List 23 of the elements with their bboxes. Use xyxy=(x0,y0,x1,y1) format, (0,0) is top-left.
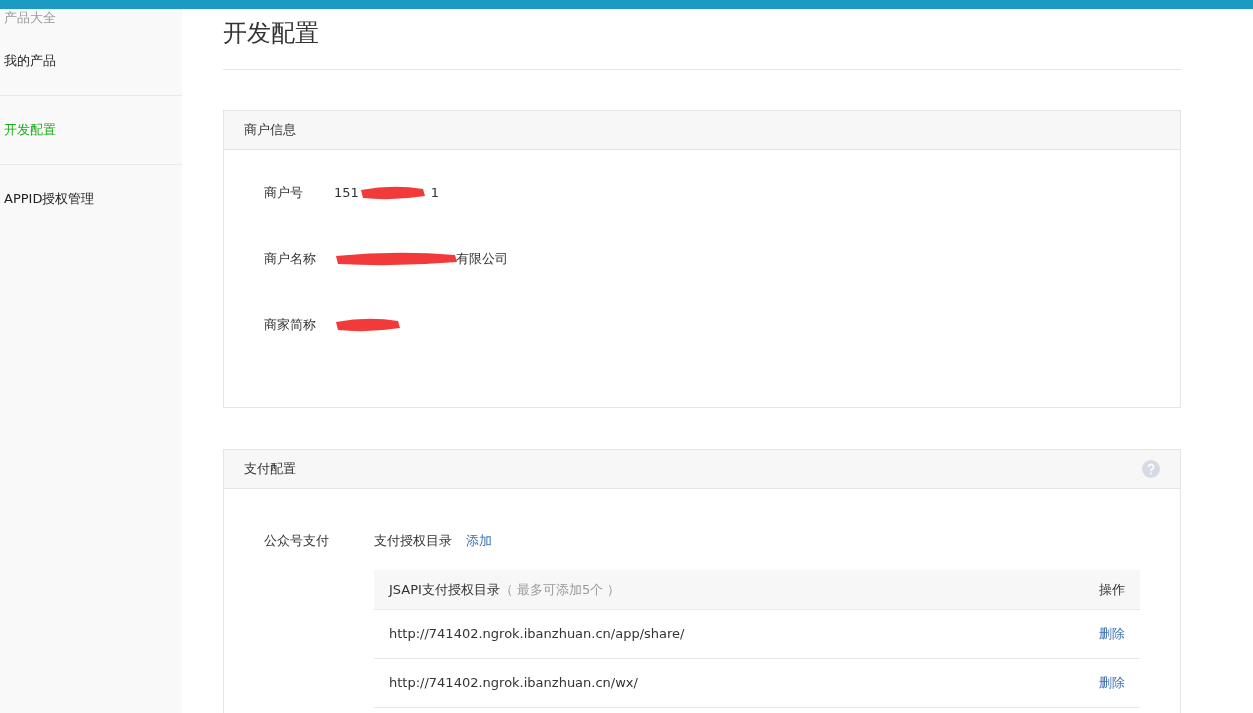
page-title: 开发配置 xyxy=(223,18,319,48)
column-header: 操作 xyxy=(1099,580,1125,599)
help-icon[interactable] xyxy=(1142,460,1160,478)
sidebar-item[interactable]: APPID授权管理 xyxy=(0,164,182,233)
add-link[interactable]: 添加 xyxy=(466,531,492,551)
field-value: 151 xyxy=(334,184,359,203)
sidebar-item[interactable]: 我的产品 xyxy=(0,27,182,95)
row-label: 公众号支付 xyxy=(263,532,330,550)
field-label: 商家简称 xyxy=(263,316,317,335)
panel-title: 支付配置 xyxy=(244,460,296,479)
field-value: 有限公司 xyxy=(456,250,508,269)
delete-link[interactable]: 删除 xyxy=(1099,673,1125,693)
delete-link[interactable]: 删除 xyxy=(1099,624,1125,644)
column-header: JSAPI支付授权目录（ 最多可添加5个 ） xyxy=(389,580,621,599)
directory-label: 支付授权目录 xyxy=(374,532,452,551)
panel-title: 商户信息 xyxy=(244,121,296,140)
sidebar-section-title: 产品大全 xyxy=(3,9,57,27)
url-cell-text: http://741402.ngrok.ibanzhuan.cn/app/share/ xyxy=(389,625,685,644)
field-label: 商户名称 xyxy=(263,250,317,269)
field-value: 1 xyxy=(430,184,440,203)
field-label: 商户号 xyxy=(263,184,304,203)
sidebar-item[interactable]: 开发配置 xyxy=(0,95,182,164)
url-cell-text: http://741402.ngrok.ibanzhuan.cn/wx/ xyxy=(389,674,638,693)
